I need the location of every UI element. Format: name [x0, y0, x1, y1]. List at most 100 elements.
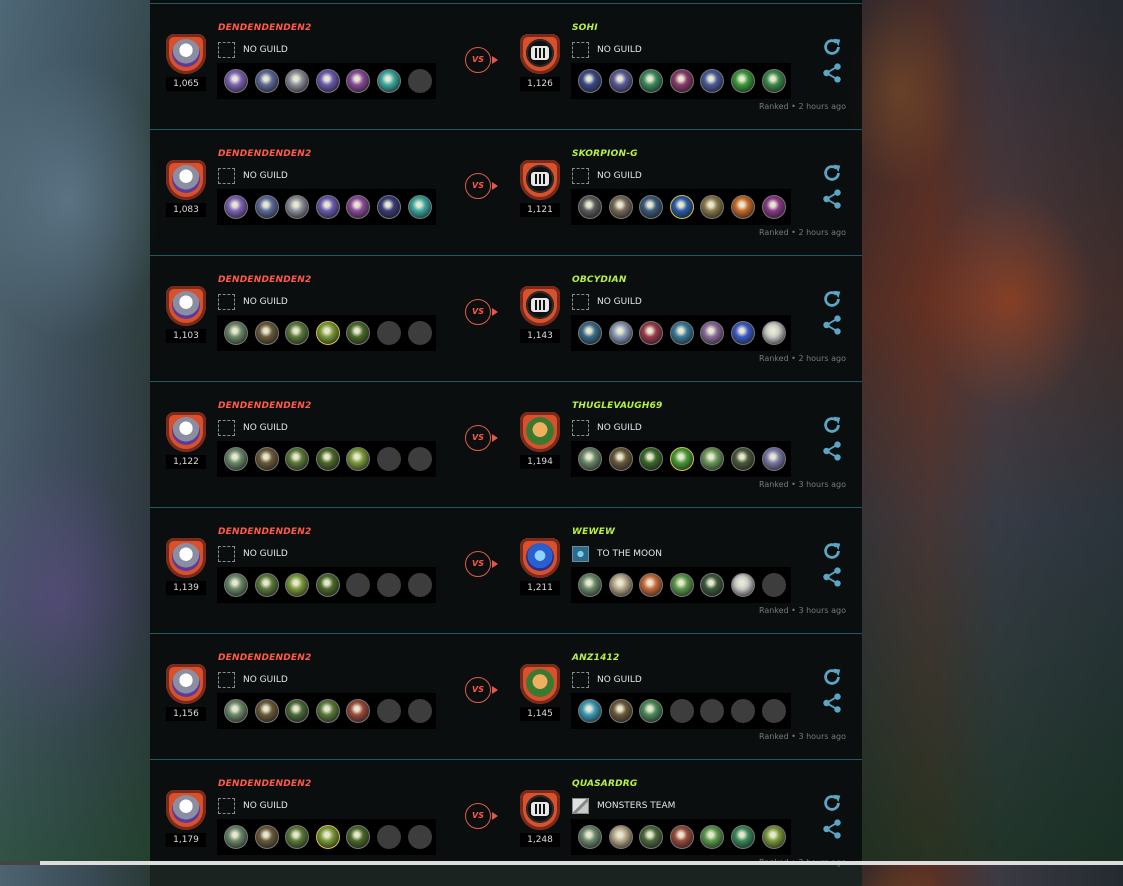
monster-card[interactable] — [761, 447, 786, 471]
monster-card[interactable] — [224, 699, 248, 723]
monster-card[interactable] — [608, 69, 633, 93]
right-player-avatar[interactable] — [520, 664, 560, 704]
left-player-avatar[interactable] — [166, 664, 206, 704]
monster-card[interactable] — [578, 573, 602, 597]
refresh-icon[interactable] — [821, 36, 843, 58]
monster-card[interactable] — [315, 321, 340, 345]
monster-card[interactable] — [224, 69, 248, 93]
monster-card[interactable] — [578, 321, 602, 345]
left-guild-name[interactable]: NO GUILD — [243, 798, 288, 814]
monster-card[interactable] — [761, 321, 786, 345]
left-player-avatar[interactable] — [166, 790, 206, 830]
monster-card[interactable] — [669, 69, 694, 93]
left-player-name[interactable]: DENDENDENDEN2 — [218, 23, 311, 33]
monster-card[interactable] — [578, 69, 602, 93]
right-player-name[interactable]: ANZ1412 — [572, 653, 619, 663]
monster-card[interactable] — [731, 825, 755, 849]
left-guild-name[interactable]: NO GUILD — [243, 420, 288, 436]
monster-card[interactable] — [761, 195, 786, 219]
monster-card[interactable] — [639, 321, 664, 345]
monster-card[interactable] — [224, 321, 248, 345]
monster-card[interactable] — [731, 573, 755, 597]
monster-card[interactable] — [224, 447, 248, 471]
monster-card[interactable] — [669, 447, 694, 471]
monster-card[interactable] — [700, 69, 725, 93]
monster-card[interactable] — [224, 825, 248, 849]
monster-card[interactable] — [346, 699, 371, 723]
right-guild-name[interactable]: NO GUILD — [597, 672, 642, 688]
monster-card[interactable] — [669, 825, 694, 849]
left-player-name[interactable]: DENDENDENDEN2 — [218, 149, 311, 159]
monster-card[interactable] — [315, 825, 340, 849]
left-player-name[interactable]: DENDENDENDEN2 — [218, 275, 311, 285]
right-player-name[interactable]: SKORPION-G — [572, 149, 638, 159]
monster-card[interactable] — [669, 321, 694, 345]
monster-card[interactable] — [761, 825, 786, 849]
monster-card[interactable] — [254, 195, 279, 219]
monster-card[interactable] — [731, 69, 755, 93]
monster-card[interactable] — [254, 69, 279, 93]
refresh-icon[interactable] — [821, 540, 843, 562]
monster-card[interactable] — [578, 825, 602, 849]
monster-card[interactable] — [254, 825, 279, 849]
monster-card[interactable] — [731, 447, 755, 471]
share-icon[interactable] — [821, 314, 843, 336]
left-player-name[interactable]: DENDENDENDEN2 — [218, 401, 311, 411]
monster-card[interactable] — [285, 69, 310, 93]
monster-card[interactable] — [578, 195, 602, 219]
monster-card[interactable] — [700, 573, 725, 597]
monster-card[interactable] — [285, 447, 310, 471]
left-guild-name[interactable]: NO GUILD — [243, 672, 288, 688]
refresh-icon[interactable] — [821, 414, 843, 436]
monster-card[interactable] — [669, 195, 694, 219]
right-player-name[interactable]: SOHI — [572, 23, 598, 33]
monster-card[interactable] — [669, 573, 694, 597]
monster-card[interactable] — [315, 69, 340, 93]
left-player-avatar[interactable] — [166, 34, 206, 74]
refresh-icon[interactable] — [821, 162, 843, 184]
monster-card[interactable] — [608, 195, 633, 219]
left-guild-name[interactable]: NO GUILD — [243, 294, 288, 310]
left-player-name[interactable]: DENDENDENDEN2 — [218, 527, 311, 537]
monster-card[interactable] — [285, 699, 310, 723]
left-guild-name[interactable]: NO GUILD — [243, 546, 288, 562]
refresh-icon[interactable] — [821, 288, 843, 310]
monster-card[interactable] — [315, 573, 340, 597]
monster-card[interactable] — [224, 195, 248, 219]
share-icon[interactable] — [821, 62, 843, 84]
monster-card[interactable] — [224, 573, 248, 597]
monster-card[interactable] — [254, 321, 279, 345]
monster-card[interactable] — [346, 447, 371, 471]
monster-card[interactable] — [254, 573, 279, 597]
monster-card[interactable] — [608, 825, 633, 849]
left-player-avatar[interactable] — [166, 286, 206, 326]
monster-card[interactable] — [285, 825, 310, 849]
share-icon[interactable] — [821, 818, 843, 840]
monster-card[interactable] — [639, 447, 664, 471]
monster-card[interactable] — [608, 447, 633, 471]
monster-card[interactable] — [700, 195, 725, 219]
monster-card[interactable] — [700, 321, 725, 345]
right-player-avatar[interactable] — [520, 790, 560, 830]
right-guild-name[interactable]: NO GUILD — [597, 420, 642, 436]
monster-card[interactable] — [315, 699, 340, 723]
right-player-avatar[interactable] — [520, 412, 560, 452]
right-guild-name[interactable]: NO GUILD — [597, 42, 642, 58]
left-guild-name[interactable]: NO GUILD — [243, 42, 288, 58]
right-player-avatar[interactable] — [520, 160, 560, 200]
monster-card[interactable] — [700, 825, 725, 849]
share-icon[interactable] — [821, 188, 843, 210]
monster-card[interactable] — [731, 195, 755, 219]
left-player-avatar[interactable] — [166, 412, 206, 452]
monster-card[interactable] — [761, 69, 786, 93]
monster-card[interactable] — [700, 447, 725, 471]
share-icon[interactable] — [821, 692, 843, 714]
monster-card[interactable] — [639, 195, 664, 219]
left-player-name[interactable]: DENDENDENDEN2 — [218, 779, 311, 789]
monster-card[interactable] — [731, 321, 755, 345]
monster-card[interactable] — [315, 447, 340, 471]
left-player-avatar[interactable] — [166, 160, 206, 200]
monster-card[interactable] — [639, 825, 664, 849]
right-player-avatar[interactable] — [520, 538, 560, 578]
right-player-name[interactable]: THUGLEVAUGH69 — [572, 401, 663, 411]
